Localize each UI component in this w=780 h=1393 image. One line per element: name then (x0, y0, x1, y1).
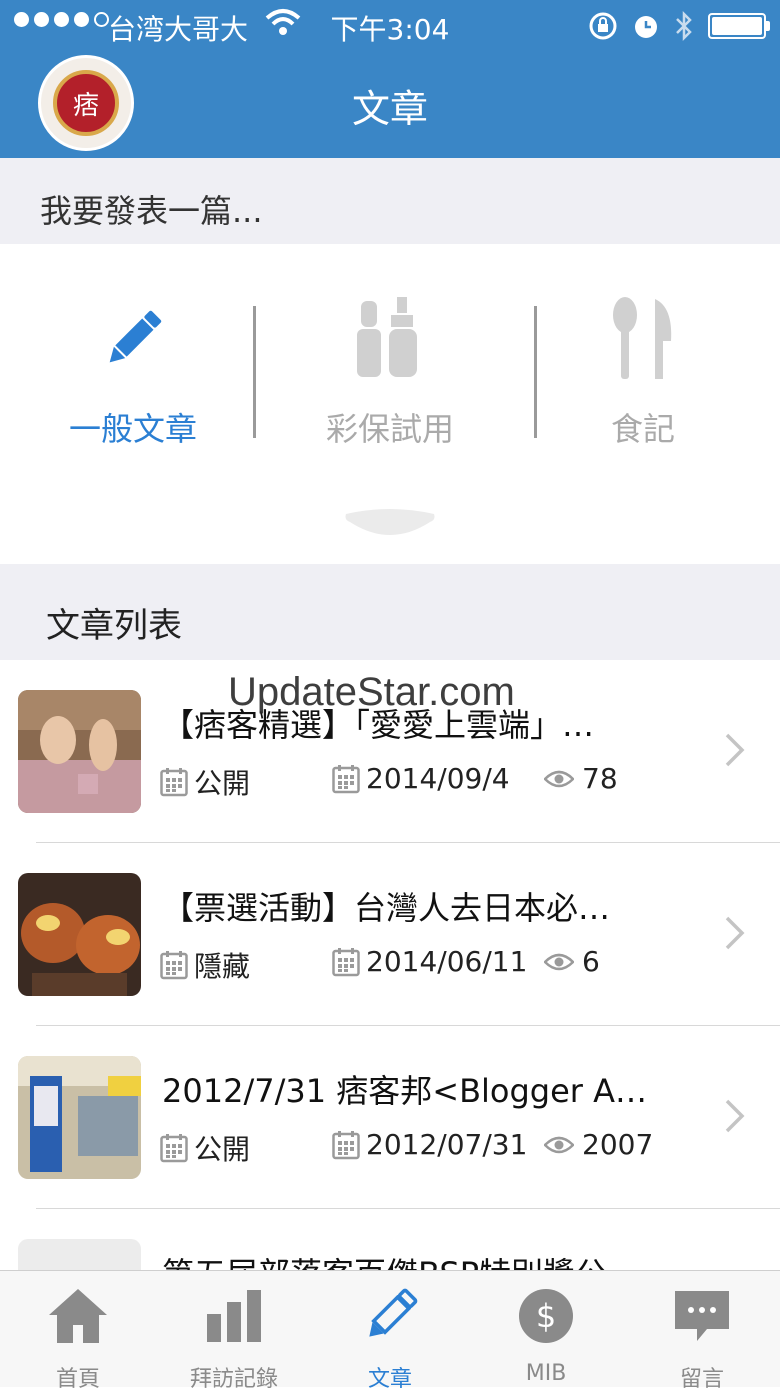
compose-option-general[interactable]: 一般文章 (13, 294, 253, 450)
calendar-icon (332, 764, 360, 793)
divider (253, 306, 256, 438)
compose-options: 一般文章 彩保試用 食記 (0, 244, 780, 564)
message-icon (675, 1291, 729, 1341)
tab-label: 留言 (679, 1367, 724, 1392)
article-visibility: 隱藏 (194, 950, 251, 983)
article-views: 2007 (582, 1128, 654, 1161)
article-list-heading: 文章列表 (46, 606, 182, 646)
compose-option-label: 一般文章 (68, 410, 197, 448)
tab-messages[interactable]: 留言 (624, 1285, 780, 1393)
article-date: 2014/09/4 (366, 762, 510, 795)
article-views: 78 (582, 762, 618, 795)
compose-heading-bar: 我要發表一篇... (0, 158, 780, 244)
chevron-right-icon (725, 916, 745, 950)
bar-chart-icon (207, 1290, 261, 1342)
compose-heading: 我要發表一篇... (40, 192, 263, 230)
battery-icon (708, 13, 770, 39)
compose-option-label: 食記 (610, 410, 675, 448)
article-row[interactable]: 2012/7/31 痞客邦<Blogger A… 公開 2012/07/31 2 (0, 1026, 780, 1209)
calendar-icon (160, 1134, 188, 1163)
svg-text:$: $ (536, 1297, 556, 1335)
rotation-lock-icon (589, 12, 617, 40)
calendar-icon (160, 768, 188, 797)
tab-mib[interactable]: $ MIB (468, 1285, 624, 1386)
article-date: 2012/07/31 (366, 1128, 528, 1161)
pencil-icon (109, 310, 162, 363)
dollar-icon: $ (519, 1289, 573, 1343)
calendar-icon (332, 947, 360, 976)
calendar-icon (332, 1130, 360, 1159)
compose-option-cosmetics[interactable]: 彩保試用 (270, 294, 510, 450)
utensils-icon (613, 297, 672, 379)
article-visibility: 公開 (194, 767, 251, 800)
compose-option-food[interactable]: 食記 (523, 294, 763, 450)
calendar-icon (160, 951, 188, 980)
tab-label: 首頁 (55, 1367, 100, 1392)
tab-articles[interactable]: 文章 (312, 1285, 468, 1393)
pencil-icon (369, 1288, 418, 1337)
bluetooth-icon (676, 10, 692, 42)
tab-visits[interactable]: 拜訪記錄 (156, 1285, 312, 1393)
tab-label: 文章 (367, 1367, 412, 1392)
tab-label: MIB (525, 1361, 567, 1386)
article-title: 【票選活動】台灣人去日本必… (162, 889, 611, 927)
alarm-icon (635, 16, 657, 38)
chevron-right-icon (725, 1099, 745, 1133)
nav-header: 台湾大哥大 下午3:04 痞 文章 (0, 0, 780, 158)
article-views: 6 (582, 945, 600, 978)
article-thumbnail (18, 690, 141, 813)
eye-icon (544, 1136, 574, 1153)
article-title: 2012/7/31 痞客邦<Blogger A… (162, 1072, 648, 1110)
page-title: 文章 (351, 87, 428, 131)
tab-home[interactable]: 首頁 (0, 1285, 156, 1393)
article-visibility: 公開 (194, 1133, 251, 1166)
article-row[interactable]: 【票選活動】台灣人去日本必… 隱藏 2014/06/11 6 (0, 843, 780, 1026)
status-bar: 台湾大哥大 下午3:04 (0, 0, 780, 52)
home-icon (49, 1289, 107, 1343)
article-thumbnail (18, 873, 141, 996)
eye-icon (544, 770, 574, 787)
cosmetics-icon (357, 297, 417, 377)
article-thumbnail (18, 1056, 141, 1179)
tab-label: 拜訪記錄 (189, 1367, 278, 1392)
article-date: 2014/06/11 (366, 945, 528, 978)
chevron-down-icon[interactable] (340, 504, 440, 544)
tab-bar: 首頁 拜訪記錄 文章 $ MIB 留言 (0, 1270, 780, 1392)
watermark: UpdateStar.com (228, 670, 515, 714)
eye-icon (544, 953, 574, 970)
compose-option-label: 彩保試用 (325, 410, 454, 448)
chevron-right-icon (725, 733, 745, 767)
article-list-heading-bar: 文章列表 (0, 564, 780, 660)
